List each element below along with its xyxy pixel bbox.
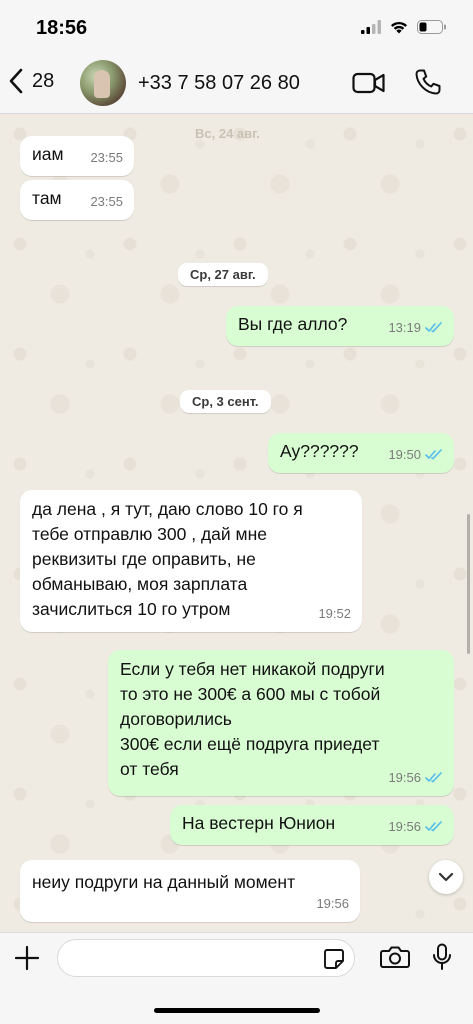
message-outgoing[interactable]: Если у тебя нет никакой подруги то это н…: [108, 650, 454, 796]
message-text: да лена , я тут, даю слово 10 го я тебе …: [32, 499, 303, 619]
message-outgoing[interactable]: Вы где алло? 13:19: [226, 306, 454, 346]
microphone-button[interactable]: [432, 943, 452, 976]
chevron-down-icon: [438, 872, 454, 882]
home-indicator: [154, 1008, 320, 1013]
message-time: 19:50: [388, 447, 421, 462]
message-input[interactable]: [72, 940, 312, 976]
read-receipt-icon: [425, 322, 442, 333]
back-button[interactable]: 28: [8, 68, 54, 94]
contact-name[interactable]: +33 7 58 07 26 80: [138, 72, 300, 95]
wifi-icon: [391, 21, 407, 34]
date-divider: Ср, 3 сент.: [180, 390, 271, 413]
camera-icon: [380, 946, 410, 968]
video-call-icon: [352, 72, 385, 94]
camera-button[interactable]: [380, 945, 410, 974]
read-receipt-icon: [425, 772, 442, 783]
back-chevron-icon: [9, 68, 23, 94]
scrollbar[interactable]: [467, 514, 470, 654]
chat-header: 28 +33 7 58 07 26 80: [0, 56, 473, 114]
message-outgoing[interactable]: На вестерн Юнион 19:56: [170, 805, 454, 845]
unread-count: 28: [32, 69, 55, 92]
read-receipt-icon: [425, 821, 442, 832]
phone-icon: [415, 69, 441, 95]
status-bar: 18:56: [0, 0, 473, 56]
signal-icon: [361, 20, 381, 34]
message-time: 19:52: [318, 606, 351, 621]
date-divider-faint: Вс, 24 авг.: [195, 126, 260, 141]
video-call-button[interactable]: [352, 70, 386, 101]
message-incoming[interactable]: да лена , я тут, даю слово 10 го я тебе …: [20, 490, 362, 632]
voice-call-button[interactable]: [414, 68, 442, 101]
status-time: 18:56: [36, 17, 88, 39]
chat-area[interactable]: Вс, 24 авг. иам 23:55 там 23:55 Ср, 27 а…: [0, 114, 473, 932]
status-icons: [361, 20, 447, 34]
sticker-icon: [324, 949, 344, 969]
message-incoming[interactable]: иам 23:55: [20, 136, 134, 176]
message-time: 19:56: [388, 770, 421, 785]
message-text: неиу подруги на данный момент: [32, 872, 296, 892]
message-text: Если у тебя нет никакой подруги то это н…: [120, 659, 385, 779]
message-incoming[interactable]: там 23:55: [20, 180, 134, 220]
scroll-to-bottom-button[interactable]: [429, 860, 463, 894]
date-divider: Ср, 27 авг.: [178, 263, 268, 286]
read-receipt-icon: [425, 449, 442, 460]
message-time: 13:19: [388, 320, 421, 335]
message-time: 23:55: [90, 194, 123, 209]
microphone-icon: [433, 943, 451, 970]
battery-icon: [417, 20, 446, 34]
attach-button[interactable]: [14, 945, 40, 976]
message-time: 19:56: [316, 896, 349, 911]
message-outgoing[interactable]: Ау?????? 19:50: [268, 433, 454, 473]
message-incoming[interactable]: неиу подруги на данный момент 19:56: [20, 860, 360, 922]
message-input-wrapper: [57, 939, 355, 977]
message-time: 23:55: [90, 150, 123, 165]
plus-icon: [14, 945, 40, 971]
avatar[interactable]: [80, 60, 126, 106]
sticker-button[interactable]: [323, 948, 345, 975]
message-time: 19:56: [388, 819, 421, 834]
